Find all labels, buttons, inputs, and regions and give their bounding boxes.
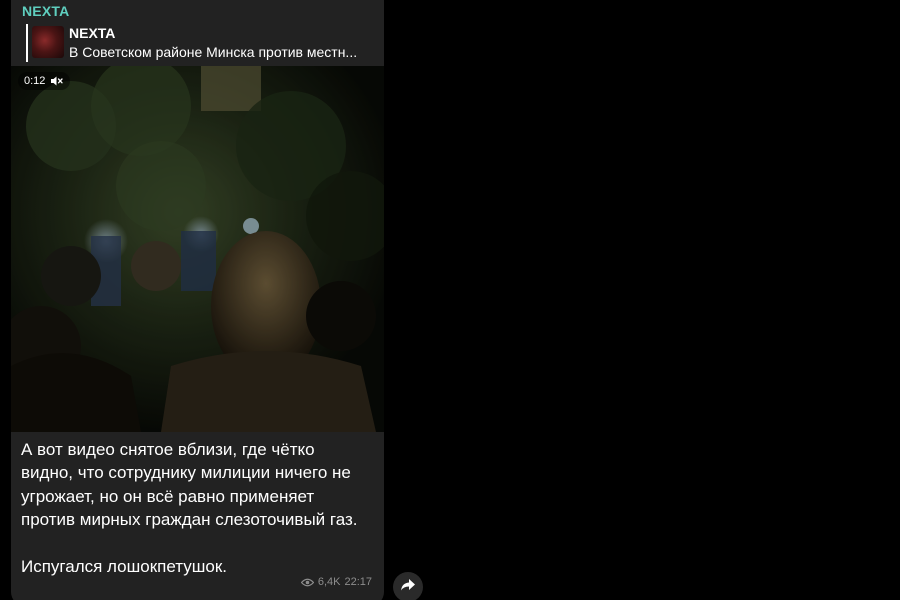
chat-view: NEXTA NEXTA В Советском районе Минска пр… — [0, 0, 900, 600]
video-duration: 0:12 — [24, 75, 46, 87]
message-bubble[interactable]: NEXTA NEXTA В Советском районе Минска пр… — [11, 0, 384, 600]
video-frame — [11, 66, 384, 432]
reply-thumbnail — [32, 26, 64, 58]
eye-icon — [300, 578, 315, 587]
speaker-muted-icon[interactable] — [50, 75, 64, 87]
video-player[interactable]: 0:12 — [11, 66, 384, 432]
message-paragraph: А вот видео снятое вблизи, где чётко вид… — [21, 440, 358, 530]
message-time: 22:17 — [344, 576, 372, 588]
reply-text: В Советском районе Минска против местн..… — [69, 44, 358, 60]
share-arrow-icon — [400, 578, 416, 597]
message-paragraph: Испугался лошокпетушок. — [21, 556, 227, 576]
reply-title: NEXTA — [69, 25, 116, 41]
share-button[interactable] — [393, 572, 423, 600]
views-count: 6,4K — [317, 576, 341, 588]
reply-preview[interactable]: NEXTA В Советском районе Минска против м… — [26, 24, 377, 62]
video-duration-badge[interactable]: 0:12 — [18, 72, 71, 90]
message-text: А вот видео снятое вблизи, где чётко вид… — [21, 438, 366, 578]
channel-name[interactable]: NEXTA — [22, 3, 69, 19]
message-meta: 6,4K 22:17 — [300, 576, 372, 588]
